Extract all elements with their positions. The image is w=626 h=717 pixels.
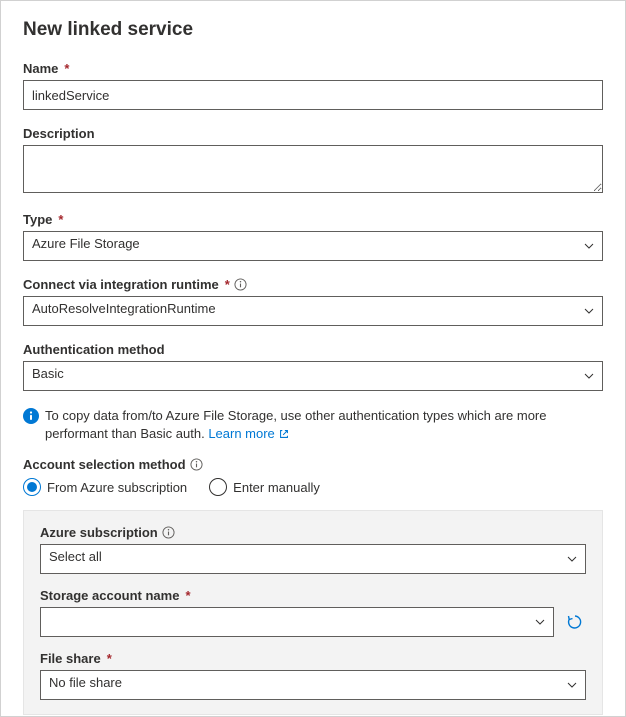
storage-account-label-text: Storage account name bbox=[40, 588, 179, 603]
storage-account-select[interactable] bbox=[40, 607, 554, 637]
file-share-label-text: File share bbox=[40, 651, 101, 666]
refresh-icon bbox=[566, 613, 584, 631]
info-banner: To copy data from/to Azure File Storage,… bbox=[23, 407, 603, 443]
account-selection-radio-group: From Azure subscription Enter manually bbox=[23, 478, 603, 496]
name-input[interactable] bbox=[23, 80, 603, 110]
page-title: New linked service bbox=[23, 19, 603, 41]
info-filled-icon bbox=[23, 408, 39, 424]
info-banner-text: To copy data from/to Azure File Storage,… bbox=[45, 407, 603, 443]
name-field: Name * bbox=[23, 61, 603, 110]
account-selection-label-text: Account selection method bbox=[23, 457, 186, 472]
new-linked-service-panel: New linked service Name * Description Ty… bbox=[0, 0, 626, 717]
radio-icon-checked bbox=[23, 478, 41, 496]
radio-enter-manually-label: Enter manually bbox=[233, 480, 320, 495]
radio-from-subscription-label: From Azure subscription bbox=[47, 480, 187, 495]
runtime-label: Connect via integration runtime * bbox=[23, 277, 603, 292]
radio-from-subscription[interactable]: From Azure subscription bbox=[23, 478, 187, 496]
file-share-label: File share * bbox=[40, 651, 586, 666]
description-field: Description bbox=[23, 126, 603, 196]
storage-account-field: Storage account name * bbox=[40, 588, 586, 637]
refresh-button[interactable] bbox=[564, 611, 586, 633]
name-label-text: Name bbox=[23, 61, 58, 76]
info-icon[interactable] bbox=[162, 526, 175, 539]
auth-select[interactable]: Basic bbox=[23, 361, 603, 391]
name-label: Name * bbox=[23, 61, 603, 76]
learn-more-text: Learn more bbox=[208, 425, 274, 443]
radio-enter-manually[interactable]: Enter manually bbox=[209, 478, 320, 496]
subscription-label-text: Azure subscription bbox=[40, 525, 158, 540]
description-label: Description bbox=[23, 126, 603, 141]
required-indicator: * bbox=[225, 277, 230, 292]
runtime-label-text: Connect via integration runtime bbox=[23, 277, 219, 292]
auth-field: Authentication method Basic bbox=[23, 342, 603, 391]
type-label-text: Type bbox=[23, 212, 52, 227]
file-share-select[interactable]: No file share bbox=[40, 670, 586, 700]
required-indicator: * bbox=[58, 212, 63, 227]
required-indicator: * bbox=[107, 651, 112, 666]
external-link-icon bbox=[278, 428, 290, 440]
info-banner-message: To copy data from/to Azure File Storage,… bbox=[45, 408, 547, 441]
azure-subscription-subpanel: Azure subscription Select all Storage ac… bbox=[23, 510, 603, 715]
auth-label: Authentication method bbox=[23, 342, 603, 357]
learn-more-link[interactable]: Learn more bbox=[208, 425, 289, 443]
description-input[interactable] bbox=[23, 145, 603, 193]
required-indicator: * bbox=[64, 61, 69, 76]
file-share-field: File share * No file share bbox=[40, 651, 586, 700]
type-select[interactable]: Azure File Storage bbox=[23, 231, 603, 261]
account-selection-label: Account selection method bbox=[23, 457, 603, 472]
required-indicator: * bbox=[185, 588, 190, 603]
runtime-select[interactable]: AutoResolveIntegrationRuntime bbox=[23, 296, 603, 326]
radio-icon-unchecked bbox=[209, 478, 227, 496]
runtime-field: Connect via integration runtime * AutoRe… bbox=[23, 277, 603, 326]
type-label: Type * bbox=[23, 212, 603, 227]
subscription-field: Azure subscription Select all bbox=[40, 525, 586, 574]
info-icon[interactable] bbox=[234, 278, 247, 291]
subscription-select[interactable]: Select all bbox=[40, 544, 586, 574]
type-field: Type * Azure File Storage bbox=[23, 212, 603, 261]
subscription-label: Azure subscription bbox=[40, 525, 586, 540]
info-icon[interactable] bbox=[190, 458, 203, 471]
storage-account-label: Storage account name * bbox=[40, 588, 586, 603]
